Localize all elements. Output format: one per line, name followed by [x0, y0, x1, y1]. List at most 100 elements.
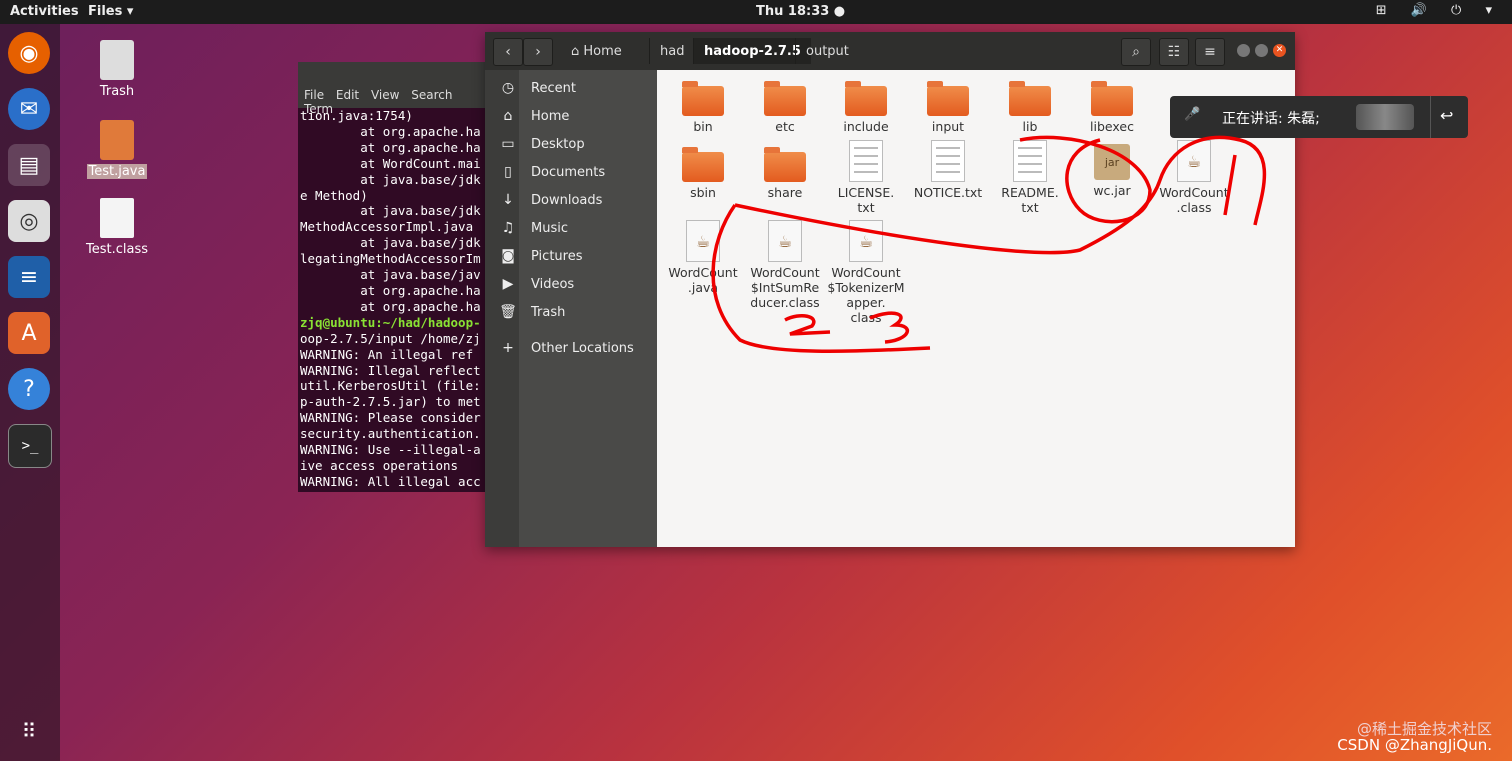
sidebar-item-label: Music — [531, 220, 568, 236]
file-item[interactable]: README. txt — [990, 140, 1070, 215]
firefox-icon[interactable]: ◉ — [8, 32, 50, 74]
terminal-line: ive access operations — [300, 457, 459, 473]
terminal-line: p-auth-2.7.5.jar) to met — [300, 394, 481, 410]
sidebar-icon: 🗑 — [499, 304, 517, 320]
file-name: LICENSE. txt — [837, 185, 895, 215]
breadcrumb-output[interactable]: output — [795, 38, 859, 64]
breadcrumb-had[interactable]: had — [649, 38, 694, 64]
rhythmbox-icon[interactable]: ◎ — [8, 200, 50, 242]
sidebar-item-recent[interactable]: ◷ Recent — [485, 74, 657, 102]
activities-button[interactable]: Activities — [10, 4, 79, 19]
desktop-test-class[interactable]: Test.class — [82, 198, 152, 257]
java-file-icon — [100, 120, 134, 160]
desktop-test-java[interactable]: Test.java — [82, 120, 152, 179]
watermark-csdn: CSDN @ZhangJiQun. — [1337, 736, 1492, 754]
file-item[interactable]: jar wc.jar — [1072, 142, 1152, 198]
sidebar-icon: ♫ — [501, 220, 515, 236]
terminal-line: tion.java:1754) — [300, 108, 413, 123]
file-name: include — [843, 119, 889, 134]
file-item[interactable]: ☕ WordCount $IntSumRe ducer.class — [745, 220, 825, 310]
sidebar-item-label: Videos — [531, 276, 575, 292]
file-item[interactable]: input — [908, 81, 988, 134]
file-name: WordCount $TokenizerM apper. class — [827, 265, 905, 325]
reply-icon[interactable]: ↩ — [1440, 106, 1453, 125]
search-icon[interactable]: ⌕ — [1121, 38, 1151, 66]
help-icon[interactable]: ? — [8, 368, 50, 410]
class-file-icon — [100, 198, 134, 238]
file-item[interactable]: lib — [990, 81, 1070, 134]
sidebar-icon: ◷ — [501, 80, 515, 96]
speaking-notification[interactable]: 🎤 正在讲话: 朱磊; ↩ — [1170, 96, 1468, 138]
file-item[interactable]: etc — [745, 81, 825, 134]
menu-icon[interactable]: ≡ — [1195, 38, 1225, 66]
sidebar-item-music[interactable]: ♫ Music — [485, 214, 657, 242]
sidebar-item-label: Pictures — [531, 248, 583, 264]
breadcrumb-home[interactable]: ⌂ Home — [561, 38, 632, 64]
maximize-icon[interactable] — [1255, 44, 1268, 57]
sidebar-item-desktop[interactable]: ▭ Desktop — [485, 130, 657, 158]
sidebar-icon: ▭ — [501, 136, 515, 152]
file-item[interactable]: ☕ WordCount $TokenizerM apper. class — [826, 220, 906, 325]
terminal-line: WARNING: All illegal acc — [300, 473, 481, 489]
file-item[interactable]: sbin — [663, 147, 743, 200]
sidebar: ◷ Recent ⌂ Home ▭ Desktop ▯ Documents ↓ Downloads… — [485, 70, 657, 547]
file-name: WordCount $IntSumRe ducer.class — [750, 265, 820, 310]
sidebar-item-label: Home — [531, 108, 570, 124]
terminal-titlebar[interactable] — [298, 62, 488, 88]
sidebar-item-downloads[interactable]: ↓ Downloads — [485, 186, 657, 214]
folder-icon — [682, 147, 724, 182]
desktop-trash[interactable]: Trash — [82, 40, 152, 99]
writer-icon[interactable]: ≡ — [8, 256, 50, 298]
sidebar-item-other-locations[interactable]: + Other Locations — [485, 334, 657, 362]
sidebar-item-label: Recent — [531, 80, 576, 96]
file-item[interactable]: NOTICE.txt — [908, 140, 988, 200]
breadcrumb-hadoop[interactable]: hadoop-2.7.5 — [693, 38, 811, 64]
sidebar-item-videos[interactable]: ▶ Videos — [485, 270, 657, 298]
terminal-line: WARNING: Use --illegal-a — [300, 442, 481, 458]
software-icon[interactable]: A — [8, 312, 50, 354]
file-item[interactable]: libexec — [1072, 81, 1152, 134]
terminal-line: at org.apache.ha — [300, 123, 481, 139]
terminal-line: at java.base/jdk — [300, 203, 481, 219]
file-name: WordCount .class — [1159, 185, 1229, 215]
folder-icon — [764, 81, 806, 116]
system-tray[interactable]: ⊞ 🔊 ⏻ ▾ — [1376, 3, 1502, 18]
file-item[interactable]: ☕ WordCount .class — [1154, 140, 1234, 215]
files-icon[interactable]: ▤ — [8, 144, 50, 186]
java-file-icon: ☕ — [686, 220, 720, 262]
file-name: WordCount .java — [668, 265, 738, 295]
sidebar-item-label: Other Locations — [531, 340, 634, 356]
file-item[interactable]: LICENSE. txt — [826, 140, 906, 215]
file-item[interactable]: share — [745, 147, 825, 200]
headerbar: ‹ › ⌂ Home had hadoop-2.7.5 output ⌕ ☷ ≡… — [485, 32, 1295, 70]
terminal-line: zjq@ubuntu:~/had/hadoop- — [300, 314, 481, 330]
folder-icon — [927, 81, 969, 116]
sidebar-item-pictures[interactable]: ◙ Pictures — [485, 242, 657, 270]
close-icon[interactable]: ✕ — [1273, 44, 1286, 57]
sidebar-item-trash[interactable]: 🗑 Trash — [485, 298, 657, 326]
minimize-icon[interactable] — [1237, 44, 1250, 57]
sidebar-item-documents[interactable]: ▯ Documents — [485, 158, 657, 186]
view-toggle-icon[interactable]: ☷ — [1159, 38, 1189, 66]
terminal-window[interactable]: File Edit View Search Term tion.java:175… — [298, 62, 488, 492]
top-bar: Activities Files ▾ Thu 18:33 ● ⊞ 🔊 ⏻ ▾ — [0, 0, 1512, 24]
thunderbird-icon[interactable]: ✉ — [8, 88, 50, 130]
show-apps-icon[interactable]: ⠿ — [8, 710, 50, 752]
terminal-icon[interactable]: >_ — [8, 424, 52, 468]
clock[interactable]: Thu 18:33 ● — [756, 4, 845, 19]
app-menu[interactable]: Files ▾ — [88, 4, 133, 19]
sidebar-icon: + — [502, 340, 514, 356]
back-button[interactable]: ‹ — [493, 38, 523, 66]
terminal-line: e Method) — [300, 187, 368, 203]
terminal-line: at org.apache.ha — [300, 298, 481, 314]
forward-button[interactable]: › — [523, 38, 553, 66]
terminal-line: security.authentication. — [300, 426, 481, 442]
sidebar-item-label: Desktop — [531, 136, 585, 152]
file-item[interactable]: bin — [663, 81, 743, 134]
file-item[interactable]: include — [826, 81, 906, 134]
terminal-output: tion.java:1754) at org.apache.ha at org.… — [298, 108, 488, 492]
trash-icon — [100, 40, 134, 80]
file-item[interactable]: ☕ WordCount .java — [663, 220, 743, 295]
terminal-menubar[interactable]: File Edit View Search Term — [298, 88, 488, 116]
sidebar-item-home[interactable]: ⌂ Home — [485, 102, 657, 130]
